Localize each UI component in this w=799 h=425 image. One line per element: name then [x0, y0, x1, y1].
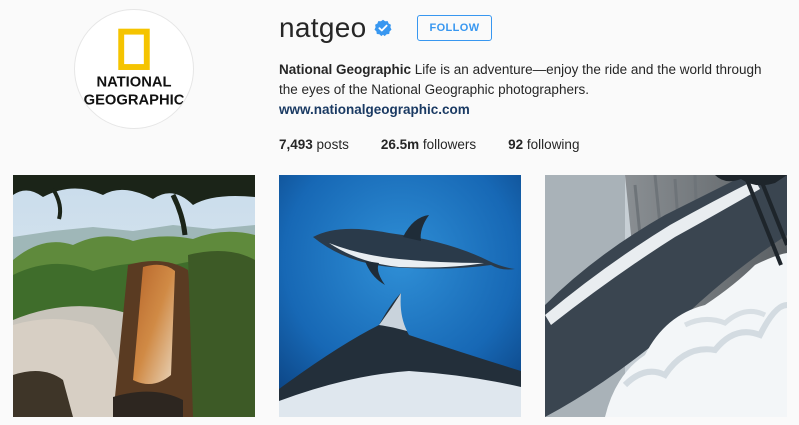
post-tile-dolphins[interactable]	[279, 175, 521, 417]
username: natgeo	[279, 12, 367, 43]
following-stat[interactable]: 92 following	[508, 137, 579, 152]
website-link[interactable]: www.nationalgeographic.com	[279, 102, 470, 117]
profile-info: natgeo FOLLOW National Geographic Life i…	[279, 10, 779, 152]
post-tile-waterfall[interactable]	[13, 175, 255, 417]
name-row: natgeo FOLLOW	[279, 10, 779, 46]
logo-text-line2: GEOGRAPHIC	[84, 92, 185, 108]
verified-badge-icon	[374, 19, 392, 37]
following-count: 92	[508, 137, 524, 152]
following-label: following	[523, 137, 580, 152]
followers-stat[interactable]: 26.5m followers	[381, 137, 476, 152]
natgeo-logo: NATIONAL GEOGRAPHIC	[84, 28, 185, 108]
profile-avatar[interactable]: NATIONAL GEOGRAPHIC	[74, 9, 194, 129]
posts-stat: 7,493 posts	[279, 137, 349, 152]
posts-count: 7,493	[279, 137, 313, 152]
post-tile-snowy-cliff[interactable]	[545, 175, 787, 417]
full-name: National Geographic	[279, 62, 412, 77]
bio: National Geographic Life is an adventure…	[279, 60, 779, 120]
posts-label: posts	[312, 137, 349, 152]
stats-bar: 7,493 posts 26.5m followers 92 following	[279, 137, 779, 152]
snowy-cliff-photo	[545, 175, 787, 417]
dolphins-photo	[279, 175, 521, 417]
followers-count: 26.5m	[380, 137, 420, 152]
follow-button[interactable]: FOLLOW	[417, 15, 492, 41]
waterfall-photo	[13, 175, 255, 417]
logo-text-line1: NATIONAL	[96, 75, 171, 91]
followers-label: followers	[419, 137, 477, 152]
